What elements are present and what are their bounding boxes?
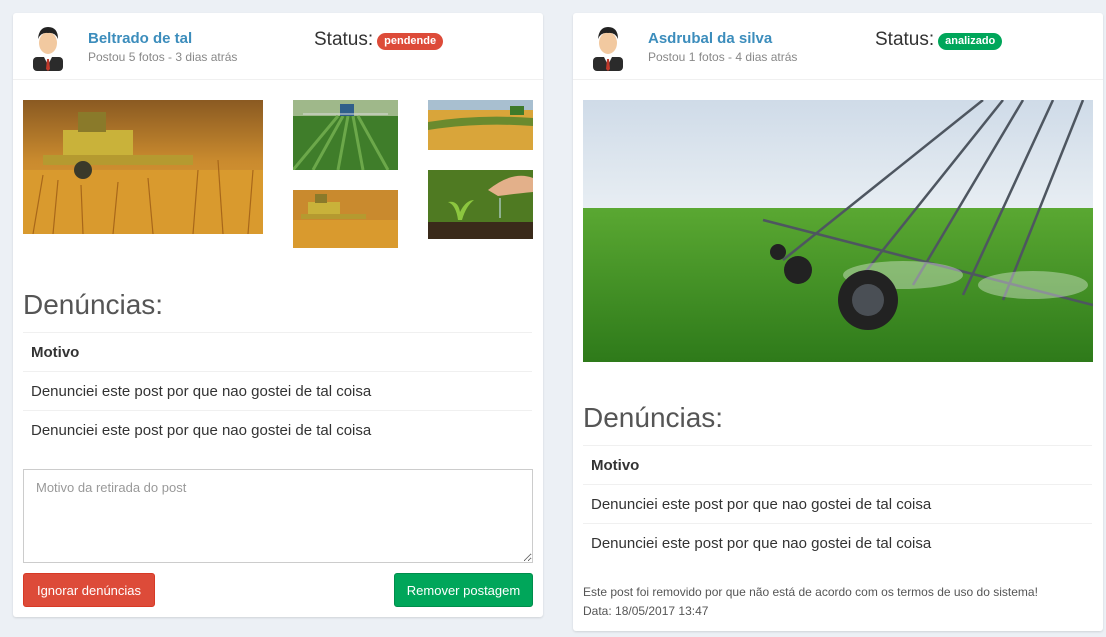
post-photo-harvester[interactable] (23, 100, 263, 234)
reports-table: Motivo Denunciei este post por que nao g… (23, 332, 532, 449)
post-card: Asdrubal da silva Postou 1 fotos - 4 dia… (573, 13, 1103, 631)
post-photo-irrigation[interactable] (583, 100, 1093, 362)
reports-table: Motivo Denunciei este post por que nao g… (583, 445, 1092, 562)
report-row: Denunciei este post por que nao gostei d… (583, 484, 1092, 523)
reports-title: Denúncias: (583, 402, 724, 433)
reports-title: Denúncias: (23, 289, 164, 320)
post-status: Status: analizado (875, 29, 1003, 51)
status-badge: pendende (377, 32, 444, 50)
avatar (587, 21, 629, 71)
post-photo-seedling[interactable] (428, 170, 533, 239)
reports-header: Motivo (583, 445, 1092, 484)
post-author-link[interactable]: Asdrubal da silva (648, 30, 772, 47)
post-photo-wheat-field[interactable] (428, 100, 533, 150)
removal-note: Este post foi removido por que não está … (583, 583, 1038, 621)
removal-date: Data: 18/05/2017 13:47 (583, 604, 709, 618)
ignore-reports-button[interactable]: Ignorar denúncias (23, 573, 155, 607)
removal-reason-text: Este post foi removido por que não está … (583, 585, 1038, 599)
post-meta: Postou 1 fotos - 4 dias atrás (648, 50, 798, 64)
post-author-link[interactable]: Beltrado de tal (88, 30, 192, 47)
status-label: Status: (875, 29, 935, 50)
post-status: Status: pendende (314, 29, 444, 51)
post-photo-sprayer[interactable] (293, 100, 398, 170)
post-header: Beltrado de tal Postou 5 fotos - 3 dias … (13, 13, 543, 80)
report-row: Denunciei este post por que nao gostei d… (23, 410, 532, 449)
avatar (27, 21, 69, 71)
reports-header: Motivo (23, 332, 532, 371)
post-header: Asdrubal da silva Postou 1 fotos - 4 dia… (573, 13, 1103, 80)
post-photo-harvester-small[interactable] (293, 190, 398, 248)
post-meta: Postou 5 fotos - 3 dias atrás (88, 50, 238, 64)
report-row: Denunciei este post por que nao gostei d… (23, 371, 532, 410)
post-card: Beltrado de tal Postou 5 fotos - 3 dias … (13, 13, 543, 617)
status-label: Status: (314, 29, 374, 50)
remove-post-button[interactable]: Remover postagem (394, 573, 533, 607)
report-row: Denunciei este post por que nao gostei d… (583, 523, 1092, 562)
removal-reason-input[interactable] (23, 469, 533, 563)
status-badge: analizado (938, 32, 1003, 50)
